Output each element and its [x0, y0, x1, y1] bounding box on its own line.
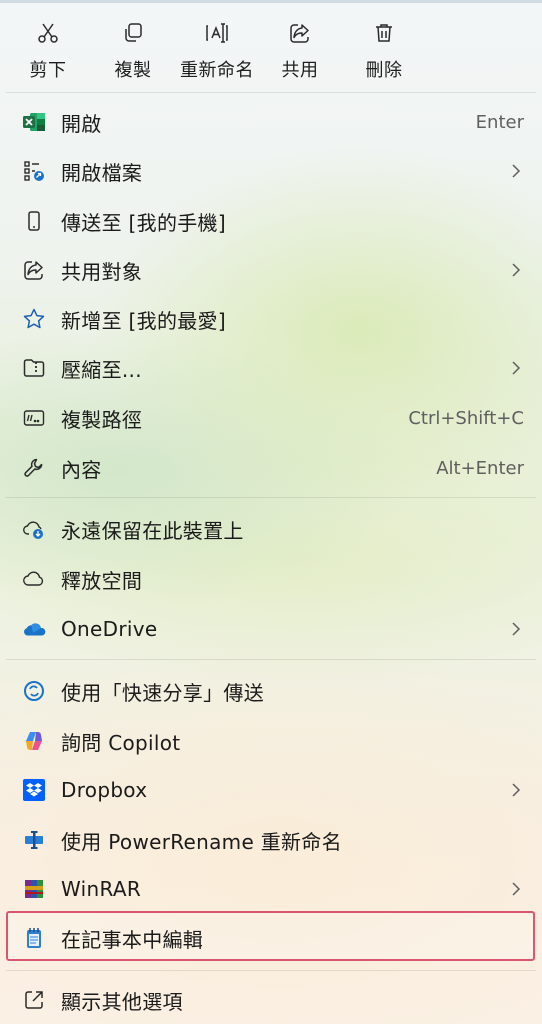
rename-icon — [204, 20, 230, 46]
menu-item-edit-in-notepad[interactable]: 在記事本中編輯 — [0, 914, 542, 962]
menu-item-always-keep[interactable]: 永遠保留在此裝置上 — [0, 505, 542, 553]
chevron-right-icon — [512, 164, 521, 178]
shortcut-text: Ctrl+Shift+C — [408, 407, 524, 429]
menu-item-winrar[interactable]: WinRAR — [0, 865, 542, 913]
cloud-icon — [22, 567, 46, 591]
dropbox-icon — [22, 778, 46, 802]
menu-item-label: 開啟檔案 — [61, 160, 143, 185]
chevron-right-icon — [512, 361, 521, 375]
menu-item-compress[interactable]: 壓縮至... — [0, 344, 542, 392]
menu-item-label: 共用對象 — [61, 259, 143, 284]
menu-item-label: 壓縮至... — [61, 357, 142, 382]
menu-item-label: Dropbox — [61, 778, 148, 802]
menu-item-label: 新增至 [我的最愛] — [61, 308, 226, 333]
copilot-icon — [22, 729, 46, 753]
menu-item-send-to-phone[interactable]: 傳送至 [我的手機] — [0, 197, 542, 245]
quick-share-icon — [22, 679, 46, 703]
menu-item-label: 顯示其他選項 — [61, 989, 183, 1014]
copy-icon — [120, 20, 146, 46]
chevron-right-icon — [512, 263, 521, 277]
menu-item-share-with[interactable]: 共用對象 — [0, 246, 542, 294]
menu-item-label: OneDrive — [61, 617, 158, 641]
cloud-download-icon — [22, 517, 46, 541]
menu-item-label: WinRAR — [61, 877, 142, 901]
delete-icon — [371, 20, 397, 46]
cut-label: 剪下 — [29, 60, 67, 81]
winrar-icon — [22, 877, 46, 901]
chevron-right-icon — [512, 622, 521, 636]
star-icon — [22, 307, 46, 331]
menu-item-label: 使用 PowerRename 重新命名 — [61, 829, 342, 854]
menu-item-quick-share[interactable]: 使用「快速分享」傳送 — [0, 667, 542, 715]
menu-item-free-space[interactable]: 釋放空間 — [0, 555, 542, 603]
shortcut-text: Enter — [475, 111, 524, 133]
separator — [6, 92, 536, 93]
more-options-icon — [22, 988, 46, 1012]
chevron-right-icon — [512, 783, 521, 797]
notepad-icon — [22, 926, 46, 950]
share-button[interactable]: 共用 — [255, 16, 345, 86]
copy-button[interactable]: 複製 — [88, 16, 178, 86]
menu-item-powerrename[interactable]: 使用 PowerRename 重新命名 — [0, 816, 542, 864]
rename-button[interactable]: 重新命名 — [172, 16, 262, 86]
menu-item-add-favorites[interactable]: 新增至 [我的最愛] — [0, 295, 542, 343]
menu-item-open[interactable]: 開啟 Enter — [0, 98, 542, 146]
powerrename-icon — [22, 828, 46, 852]
copy-path-icon — [22, 406, 46, 430]
menu-item-label: 傳送至 [我的手機] — [61, 210, 226, 235]
menu-item-open-with[interactable]: 開啟檔案 — [0, 147, 542, 195]
menu-item-label: 內容 — [61, 457, 102, 482]
shortcut-text: Alt+Enter — [436, 457, 524, 479]
open-with-icon — [22, 159, 46, 183]
share-label: 共用 — [281, 60, 319, 81]
menu-item-label: 開啟 — [61, 111, 102, 136]
share-icon — [287, 20, 313, 46]
menu-item-properties[interactable]: 內容 Alt+Enter — [0, 444, 542, 492]
excel-icon — [22, 110, 46, 134]
wrench-icon — [22, 456, 46, 480]
delete-button[interactable]: 刪除 — [339, 16, 429, 86]
rename-label: 重新命名 — [180, 60, 254, 81]
menu-item-dropbox[interactable]: Dropbox — [0, 766, 542, 814]
window-top-edge — [0, 0, 542, 6]
context-menu: 剪下 複製 重新命名 共用 刪除 開啟 Enter 開啟檔案 傳送至 [我的手機… — [0, 0, 542, 1024]
cut-icon — [35, 20, 61, 46]
menu-item-copy-path[interactable]: 複製路徑 Ctrl+Shift+C — [0, 394, 542, 442]
separator — [6, 970, 536, 971]
menu-item-label: 複製路徑 — [61, 407, 143, 432]
share-icon — [22, 258, 46, 282]
action-bar: 剪下 複製 重新命名 共用 刪除 — [0, 16, 542, 86]
menu-item-label: 使用「快速分享」傳送 — [61, 680, 264, 705]
menu-item-label: 永遠保留在此裝置上 — [61, 518, 244, 543]
delete-label: 刪除 — [365, 60, 403, 81]
menu-item-label: 在記事本中編輯 — [61, 927, 204, 952]
zip-folder-icon — [22, 356, 46, 380]
menu-item-ask-copilot[interactable]: 詢問 Copilot — [0, 717, 542, 765]
separator — [6, 659, 536, 660]
phone-icon — [22, 209, 46, 233]
menu-item-show-more-options[interactable]: 顯示其他選項 — [0, 976, 542, 1024]
menu-item-label: 釋放空間 — [61, 568, 143, 593]
onedrive-icon — [22, 617, 46, 641]
copy-label: 複製 — [114, 60, 152, 81]
chevron-right-icon — [512, 882, 521, 896]
cut-button[interactable]: 剪下 — [3, 16, 93, 86]
menu-item-label: 詢問 Copilot — [61, 730, 181, 755]
menu-item-onedrive[interactable]: OneDrive — [0, 605, 542, 653]
separator — [6, 497, 536, 498]
